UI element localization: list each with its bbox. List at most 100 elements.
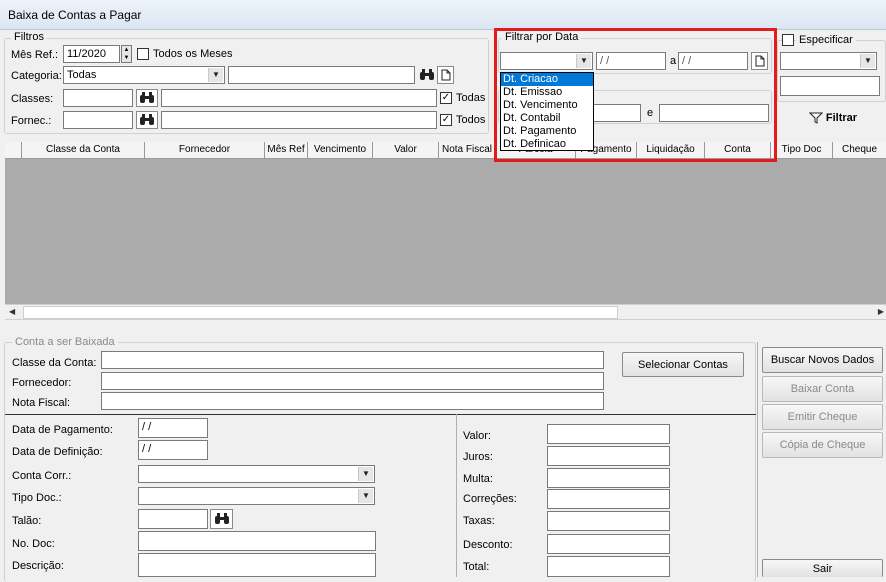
date-to-input[interactable]: / / xyxy=(678,52,748,70)
column-header[interactable]: Nota Fiscal xyxy=(439,142,496,159)
copia-cheque-button[interactable]: Cópia de Cheque xyxy=(762,432,883,458)
categoria-value: Todas xyxy=(67,69,97,81)
taxas-input[interactable] xyxy=(547,511,670,531)
binoculars-icon xyxy=(140,92,154,103)
especificar-select[interactable]: ▼ xyxy=(780,52,877,70)
valor-input[interactable] xyxy=(547,424,670,444)
buscar-label: Buscar Novos Dados xyxy=(770,354,875,366)
fornec-code-input[interactable] xyxy=(63,111,133,129)
data-pagamento-input[interactable]: / / xyxy=(138,418,208,438)
scroll-thumb[interactable] xyxy=(23,306,618,319)
date-from-input[interactable]: / / xyxy=(596,52,666,70)
range-to-input[interactable] xyxy=(659,104,769,122)
fornec-todos-checkbox[interactable]: ✓ xyxy=(440,114,452,126)
correcoes-input[interactable] xyxy=(547,489,670,509)
conta-corr-select[interactable]: ▼ xyxy=(138,465,375,483)
scroll-left-icon[interactable]: ◀ xyxy=(9,307,15,316)
buscar-novos-dados-button[interactable]: Buscar Novos Dados xyxy=(762,347,883,373)
classes-code-input[interactable] xyxy=(63,89,133,107)
column-header[interactable]: Conta xyxy=(705,142,771,159)
tipo-doc-select[interactable]: ▼ xyxy=(138,487,375,505)
grid-header: Classe da Conta Fornecedor Mês Ref Venci… xyxy=(5,142,886,159)
especificar-checkbox[interactable] xyxy=(782,34,794,46)
binoculars-icon xyxy=(140,114,154,125)
chevron-down-icon[interactable]: ▼ xyxy=(860,54,875,68)
column-header[interactable]: Mês Ref xyxy=(265,142,308,159)
column-header[interactable]: Tipo Doc xyxy=(771,142,833,159)
date-option[interactable]: Dt. Emissao xyxy=(501,86,593,99)
range-separator: e xyxy=(647,107,654,119)
data-definicao-label: Data de Definição: xyxy=(12,446,103,458)
column-header[interactable]: Classe da Conta xyxy=(22,142,145,159)
column-header[interactable]: Fornecedor xyxy=(145,142,265,159)
scroll-right-icon[interactable]: ▶ xyxy=(878,307,884,316)
data-definicao-input[interactable]: / / xyxy=(138,440,208,460)
todos-meses-checkbox[interactable] xyxy=(137,48,149,60)
multa-input[interactable] xyxy=(547,468,670,488)
date-option[interactable]: Dt. Pagamento xyxy=(501,125,593,138)
mes-ref-label: Mês Ref.: xyxy=(11,49,59,61)
especificar-input[interactable] xyxy=(780,76,880,96)
spin-up-icon[interactable]: ▲ xyxy=(122,46,131,54)
chevron-down-icon[interactable]: ▼ xyxy=(358,489,373,503)
funnel-icon xyxy=(808,112,823,124)
fornec-search-button[interactable] xyxy=(136,111,158,129)
conta-legend: Conta a ser Baixada xyxy=(12,336,118,348)
fornec-label: Fornec.: xyxy=(11,115,52,127)
filtros-legend: Filtros xyxy=(11,31,47,43)
spin-down-icon[interactable]: ▼ xyxy=(122,54,131,62)
total-input[interactable] xyxy=(547,556,670,577)
column-header[interactable]: Valor xyxy=(373,142,439,159)
fornec-desc-input[interactable] xyxy=(161,111,437,129)
classe-conta-input[interactable] xyxy=(101,351,604,369)
chevron-down-icon[interactable]: ▼ xyxy=(576,54,591,68)
divider-vertical xyxy=(456,414,457,577)
talao-search-button[interactable] xyxy=(210,509,233,529)
baixar-label: Baixar Conta xyxy=(790,383,855,395)
chevron-down-icon[interactable]: ▼ xyxy=(358,467,373,481)
todos-meses-label: Todos os Meses xyxy=(153,48,233,60)
valor-label: Valor: xyxy=(463,430,491,442)
date-option[interactable]: Dt. Definicao xyxy=(501,138,593,151)
categoria-new-button[interactable] xyxy=(437,66,454,84)
data-pagamento-label: Data de Pagamento: xyxy=(12,424,113,436)
divider-horizontal xyxy=(5,414,756,415)
date-type-dropdown[interactable]: Dt. Criacao Dt. Emissao Dt. Vencimento D… xyxy=(500,72,594,151)
column-header[interactable]: Cheque xyxy=(833,142,886,159)
talao-input[interactable] xyxy=(138,509,208,529)
date-option[interactable]: Dt. Vencimento xyxy=(501,99,593,112)
filtrar-button[interactable]: Filtrar xyxy=(798,108,868,128)
mes-ref-input[interactable]: 11/2020 xyxy=(63,45,120,63)
categoria-text[interactable] xyxy=(228,66,415,84)
chevron-down-icon[interactable]: ▼ xyxy=(208,68,223,82)
classes-search-button[interactable] xyxy=(136,89,158,107)
talao-label: Talão: xyxy=(12,515,42,527)
classes-desc-input[interactable] xyxy=(161,89,437,107)
selecionar-contas-label: Selecionar Contas xyxy=(638,358,728,371)
classes-label: Classes: xyxy=(11,93,54,105)
column-header[interactable]: Liquidação xyxy=(637,142,705,159)
horizontal-scrollbar[interactable]: ◀ ▶ xyxy=(5,304,886,320)
grid-body[interactable] xyxy=(5,159,886,304)
copia-label: Cópia de Cheque xyxy=(779,439,866,451)
date-option[interactable]: Dt. Criacao xyxy=(501,73,593,86)
sair-button[interactable]: Sair xyxy=(762,559,883,577)
correcoes-label: Correções: xyxy=(463,493,517,505)
date-calendar-button[interactable] xyxy=(751,52,768,70)
date-type-select[interactable]: ▼ xyxy=(500,52,593,70)
mes-ref-spinner[interactable]: ▲ ▼ xyxy=(121,45,132,63)
categoria-select[interactable]: Todas ▼ xyxy=(63,66,225,84)
juros-input[interactable] xyxy=(547,446,670,466)
selecionar-contas-button[interactable]: Selecionar Contas xyxy=(622,352,744,377)
no-doc-input[interactable] xyxy=(138,531,376,551)
date-option[interactable]: Dt. Contabil xyxy=(501,112,593,125)
classes-todas-checkbox[interactable]: ✓ xyxy=(440,92,452,104)
fornecedor-input[interactable] xyxy=(101,372,604,390)
baixar-conta-button[interactable]: Baixar Conta xyxy=(762,376,883,402)
descricao-input[interactable] xyxy=(138,553,376,577)
column-header[interactable]: Vencimento xyxy=(308,142,373,159)
emitir-cheque-button[interactable]: Emitir Cheque xyxy=(762,404,883,430)
categoria-search-button[interactable] xyxy=(418,66,436,84)
nota-fiscal-input[interactable] xyxy=(101,392,604,410)
desconto-input[interactable] xyxy=(547,534,670,554)
